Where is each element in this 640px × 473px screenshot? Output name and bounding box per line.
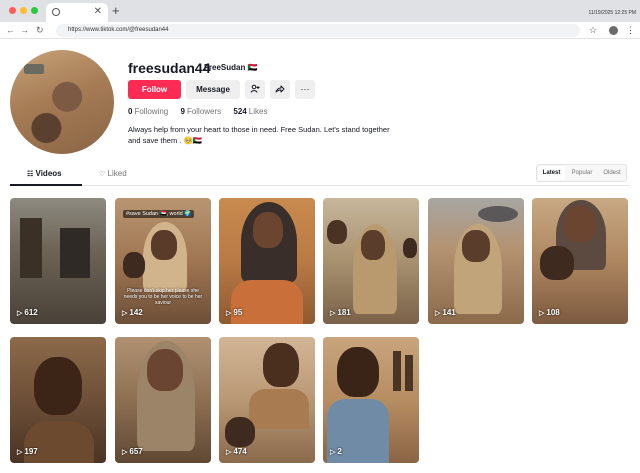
likes-count: 524	[233, 107, 247, 116]
reload-icon[interactable]: ↻	[36, 24, 44, 36]
address-bar-row: ← → ↻ https://www.tiktok.com/@freesudan4…	[0, 22, 640, 39]
back-arrow-icon[interactable]: ←	[6, 24, 15, 36]
video-plays-count: 95	[233, 308, 243, 317]
more-icon: ···	[300, 84, 310, 94]
bio-line-1: Always help from your heart to those in …	[128, 125, 390, 134]
globe-icon	[52, 8, 60, 16]
minimize-window-button[interactable]	[20, 7, 27, 14]
video-plays: ▷ 141	[435, 308, 456, 319]
bio-line-2: and save them . 🥺🇸🇩	[128, 136, 203, 145]
video-plays-count: 2	[337, 447, 342, 456]
video-plays: ▷ 197	[17, 447, 38, 458]
grid-icon: ☷	[27, 171, 34, 178]
video-plays: ▷ 108	[539, 308, 560, 319]
close-window-button[interactable]	[9, 7, 16, 14]
video-caption: #save Sudan 🇸🇩, world 🌍	[123, 210, 195, 218]
heart-outline-icon: ♡	[99, 171, 106, 178]
play-icon: ▷	[226, 449, 232, 456]
video-plays: ▷ 657	[122, 447, 143, 458]
url-input[interactable]: https://www.tiktok.com/@freesudan44	[56, 24, 580, 37]
avatar[interactable]	[10, 50, 114, 154]
video-plays: ▷ 2	[330, 447, 342, 458]
video-card[interactable]: ▷ 108	[532, 198, 628, 324]
video-plays: ▷ 142	[122, 308, 143, 319]
play-icon: ▷	[330, 310, 336, 317]
browser-tab[interactable]: ✕	[46, 3, 108, 22]
play-icon: ▷	[435, 310, 441, 317]
tab-videos-label: Videos	[35, 169, 62, 178]
tab-videos[interactable]: ☷ Videos	[27, 169, 62, 180]
forward-arrow-icon[interactable]: →	[20, 24, 29, 36]
active-tab-indicator	[10, 184, 82, 186]
video-plays-count: 197	[24, 447, 38, 456]
video-plays-count: 181	[337, 308, 351, 317]
sort-oldest[interactable]: Oldest	[598, 166, 626, 180]
play-icon: ▷	[330, 449, 336, 456]
tab-liked[interactable]: ♡ Liked	[99, 169, 127, 180]
video-card[interactable]: ▷ 141	[428, 198, 524, 324]
video-card[interactable]: ▷ 657	[115, 337, 211, 463]
profile-nickname: FreeSudan 🇸🇩	[204, 63, 258, 72]
message-button[interactable]: Message	[186, 80, 240, 99]
followers-count[interactable]: 9	[180, 107, 184, 116]
followers-label[interactable]: Followers	[187, 107, 221, 116]
following-label[interactable]: Following	[134, 107, 168, 116]
video-plays: ▷ 181	[330, 308, 351, 319]
more-options-button[interactable]: ···	[295, 80, 315, 99]
follow-button[interactable]: Follow	[128, 80, 181, 99]
video-plays-count: 141	[442, 308, 456, 317]
new-tab-button[interactable]: +	[112, 4, 120, 18]
video-plays-count: 612	[24, 308, 38, 317]
browser-profile-icon[interactable]	[609, 26, 618, 35]
video-card[interactable]: ▷ 474	[219, 337, 315, 463]
sort-popular[interactable]: Popular	[567, 166, 597, 180]
sort-control: Latest Popular Oldest	[536, 164, 627, 182]
browser-tab-bar: ✕ + 11/19/2025 12:25 PM	[0, 0, 640, 22]
maximize-window-button[interactable]	[31, 7, 38, 14]
add-friend-button[interactable]	[245, 80, 265, 99]
sort-latest[interactable]: Latest	[538, 166, 565, 180]
person-plus-icon	[250, 84, 260, 93]
profile-username: freesudan44	[128, 60, 211, 76]
video-card[interactable]: ▷ 2	[323, 337, 419, 463]
play-icon: ▷	[17, 449, 23, 456]
video-plays: ▷ 95	[226, 308, 242, 319]
video-card[interactable]: ▷ 612	[10, 198, 106, 324]
play-icon: ▷	[226, 310, 232, 317]
bookmark-star-icon[interactable]: ☆	[589, 24, 597, 36]
video-plays-count: 108	[546, 308, 560, 317]
play-icon: ▷	[539, 310, 545, 317]
video-card[interactable]: ▷ 95	[219, 198, 315, 324]
following-count[interactable]: 0	[128, 107, 132, 116]
video-plays-count: 142	[129, 308, 143, 317]
video-plays-count: 474	[233, 447, 247, 456]
tab-liked-label: Liked	[107, 169, 127, 178]
share-icon	[275, 85, 285, 93]
play-icon: ▷	[122, 449, 128, 456]
share-button[interactable]	[270, 80, 290, 99]
likes-label: Likes	[248, 107, 268, 116]
close-tab-icon[interactable]: ✕	[94, 6, 102, 18]
video-card[interactable]: #save Sudan 🇸🇩, world 🌍 Please don't ski…	[115, 198, 211, 324]
profile-bio: Always help from your heart to those in …	[128, 124, 428, 146]
video-plays: ▷ 474	[226, 447, 247, 458]
url-text: https://www.tiktok.com/@freesudan44	[68, 27, 169, 33]
profile-stats: 0 Following 9 Followers 524 Likes	[128, 107, 277, 117]
video-plays-count: 657	[129, 447, 143, 456]
video-card[interactable]: ▷ 197	[10, 337, 106, 463]
video-overlay-text: Please don't skip her please she needs y…	[123, 288, 203, 306]
play-icon: ▷	[17, 310, 23, 317]
browser-menu-icon[interactable]: ⋮	[626, 24, 635, 36]
video-card[interactable]: ▷ 181	[323, 198, 419, 324]
video-plays: ▷ 612	[17, 308, 38, 319]
play-icon: ▷	[122, 310, 128, 317]
system-clock: 11/19/2025 12:25 PM	[588, 10, 636, 16]
